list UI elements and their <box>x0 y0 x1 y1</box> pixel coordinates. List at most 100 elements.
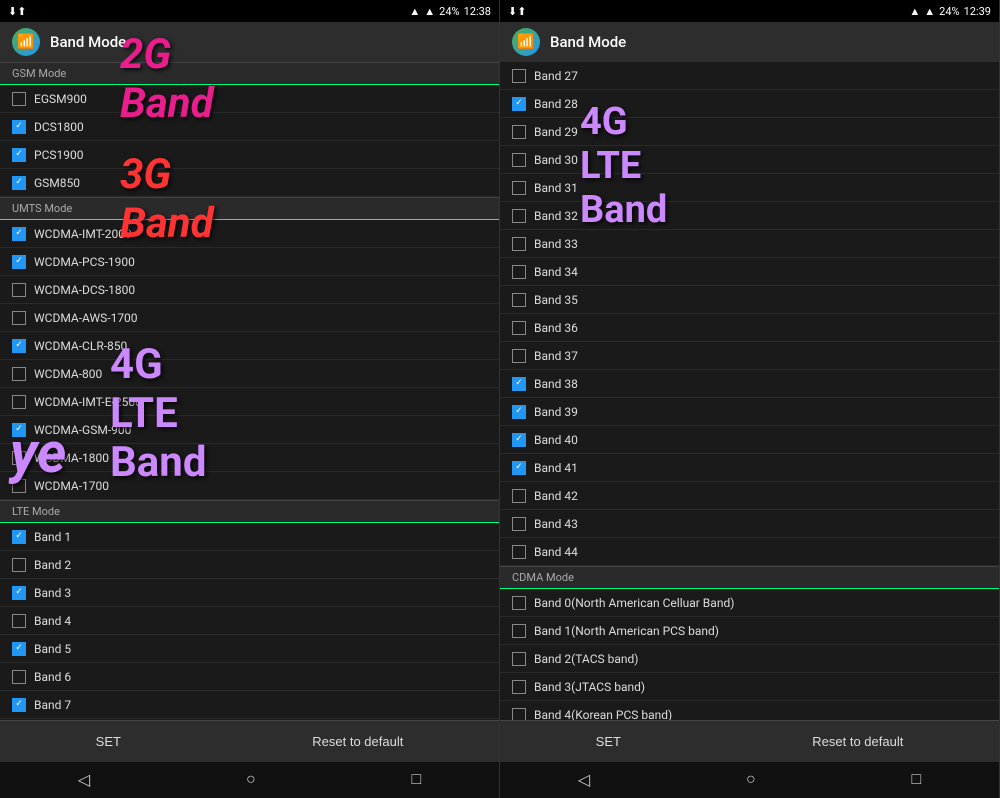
list-item[interactable]: DCS1800 <box>0 113 499 141</box>
checkbox-band40[interactable] <box>512 433 526 447</box>
list-item[interactable]: Band 3(JTACS band) <box>500 673 999 701</box>
recents-button-right[interactable]: □ <box>891 767 941 793</box>
checkbox-band41[interactable] <box>512 461 526 475</box>
checkbox-band39[interactable] <box>512 405 526 419</box>
reset-button-left[interactable]: Reset to default <box>292 726 423 757</box>
checkbox-band31[interactable] <box>512 181 526 195</box>
list-item[interactable]: Band 4 <box>0 607 499 635</box>
checkbox-band33[interactable] <box>512 237 526 251</box>
checkbox-band1[interactable] <box>12 530 26 544</box>
list-item[interactable]: EGSM900 <box>0 85 499 113</box>
checkbox-aws1700[interactable] <box>12 311 26 325</box>
list-item[interactable]: Band 2(TACS band) <box>500 645 999 673</box>
list-item[interactable]: Band 34 <box>500 258 999 286</box>
list-item[interactable]: WCDMA-DCS-1800 <box>0 276 499 304</box>
checkbox-band27[interactable] <box>512 69 526 83</box>
list-item[interactable]: Band 39 <box>500 398 999 426</box>
list-item[interactable]: Band 37 <box>500 342 999 370</box>
list-item[interactable]: Band 29 <box>500 118 999 146</box>
checkbox-pcs1900[interactable] <box>12 148 26 162</box>
list-item[interactable]: Band 40 <box>500 426 999 454</box>
checkbox-band43[interactable] <box>512 517 526 531</box>
list-item[interactable]: Band 35 <box>500 286 999 314</box>
list-item[interactable]: GSM850 <box>0 169 499 197</box>
checkbox-band29[interactable] <box>512 125 526 139</box>
list-item[interactable]: Band 32 <box>500 202 999 230</box>
checkbox-cdma1[interactable] <box>512 624 526 638</box>
list-item[interactable]: Band 5 <box>0 635 499 663</box>
checkbox-800w[interactable] <box>12 367 26 381</box>
checkbox-band30[interactable] <box>512 153 526 167</box>
set-button-right[interactable]: SET <box>576 726 641 757</box>
list-item[interactable]: WCDMA-GSM-900 <box>0 416 499 444</box>
list-item[interactable]: Band 27 <box>500 62 999 90</box>
list-item[interactable]: Band 41 <box>500 454 999 482</box>
list-item[interactable]: Band 1(North American PCS band) <box>500 617 999 645</box>
list-item[interactable]: WCDMA-1800 <box>0 444 499 472</box>
checkbox-band35[interactable] <box>512 293 526 307</box>
checkbox-band7[interactable] <box>12 698 26 712</box>
list-item[interactable]: Band 7 <box>0 691 499 719</box>
list-item[interactable]: WCDMA-800 <box>0 360 499 388</box>
checkbox-band36[interactable] <box>512 321 526 335</box>
list-item[interactable]: Band 36 <box>500 314 999 342</box>
checkbox-gsm850[interactable] <box>12 176 26 190</box>
list-item[interactable]: Band 33 <box>500 230 999 258</box>
checkbox-band37[interactable] <box>512 349 526 363</box>
checkbox-band34[interactable] <box>512 265 526 279</box>
checkbox-cdma0[interactable] <box>512 596 526 610</box>
checkbox-band28[interactable] <box>512 97 526 111</box>
list-item[interactable]: WCDMA-AWS-1700 <box>0 304 499 332</box>
list-item[interactable]: Band 38 <box>500 370 999 398</box>
checkbox-band44[interactable] <box>512 545 526 559</box>
checkbox-pcs1900w[interactable] <box>12 255 26 269</box>
list-item[interactable]: Band 4(Korean PCS band) <box>500 701 999 720</box>
content-right[interactable]: Band 27 Band 28 Band 29 Band 30 Band 31 … <box>500 62 999 720</box>
list-item[interactable]: Band 44 <box>500 538 999 566</box>
list-item[interactable]: Band 3 <box>0 579 499 607</box>
checkbox-cdma3[interactable] <box>512 680 526 694</box>
checkbox-imt2000[interactable] <box>12 227 26 241</box>
list-item[interactable]: Band 30 <box>500 146 999 174</box>
checkbox-band5[interactable] <box>12 642 26 656</box>
reset-button-right[interactable]: Reset to default <box>792 726 923 757</box>
list-item[interactable]: Band 28 <box>500 90 999 118</box>
back-button-right[interactable]: ◁ <box>558 766 610 794</box>
list-item[interactable]: Band 0(North American Celluar Band) <box>500 589 999 617</box>
list-item[interactable]: Band 43 <box>500 510 999 538</box>
checkbox-band42[interactable] <box>512 489 526 503</box>
checkbox-egsm900[interactable] <box>12 92 26 106</box>
checkbox-1800w[interactable] <box>12 451 26 465</box>
checkbox-dcs1800w[interactable] <box>12 283 26 297</box>
list-item[interactable]: WCDMA-CLR-850 <box>0 332 499 360</box>
content-left[interactable]: GSM Mode EGSM900 DCS1800 PCS1900 GSM850 … <box>0 62 499 720</box>
checkbox-imt2500[interactable] <box>12 395 26 409</box>
list-item[interactable]: WCDMA-PCS-1900 <box>0 248 499 276</box>
checkbox-band3[interactable] <box>12 586 26 600</box>
recents-button-left[interactable]: □ <box>391 767 441 793</box>
list-item[interactable]: Band 31 <box>500 174 999 202</box>
checkbox-band6[interactable] <box>12 670 26 684</box>
list-item[interactable]: PCS1900 <box>0 141 499 169</box>
checkbox-1700w[interactable] <box>12 479 26 493</box>
list-item[interactable]: Band 42 <box>500 482 999 510</box>
checkbox-band4[interactable] <box>12 614 26 628</box>
checkbox-band32[interactable] <box>512 209 526 223</box>
checkbox-clr850[interactable] <box>12 339 26 353</box>
home-button-right[interactable]: ○ <box>726 767 776 793</box>
list-item[interactable]: Band 2 <box>0 551 499 579</box>
checkbox-cdma2[interactable] <box>512 652 526 666</box>
set-button-left[interactable]: SET <box>76 726 141 757</box>
checkbox-band2[interactable] <box>12 558 26 572</box>
list-item[interactable]: WCDMA-IMT-2000 <box>0 220 499 248</box>
list-item[interactable]: Band 6 <box>0 663 499 691</box>
list-item[interactable]: WCDMA-IMT-E-2500 <box>0 388 499 416</box>
checkbox-band38[interactable] <box>512 377 526 391</box>
home-button-left[interactable]: ○ <box>226 767 276 793</box>
checkbox-cdma4[interactable] <box>512 708 526 721</box>
list-item[interactable]: Band 1 <box>0 523 499 551</box>
back-button-left[interactable]: ◁ <box>58 766 110 794</box>
checkbox-gsm900w[interactable] <box>12 423 26 437</box>
list-item[interactable]: WCDMA-1700 <box>0 472 499 500</box>
checkbox-dcs1800[interactable] <box>12 120 26 134</box>
